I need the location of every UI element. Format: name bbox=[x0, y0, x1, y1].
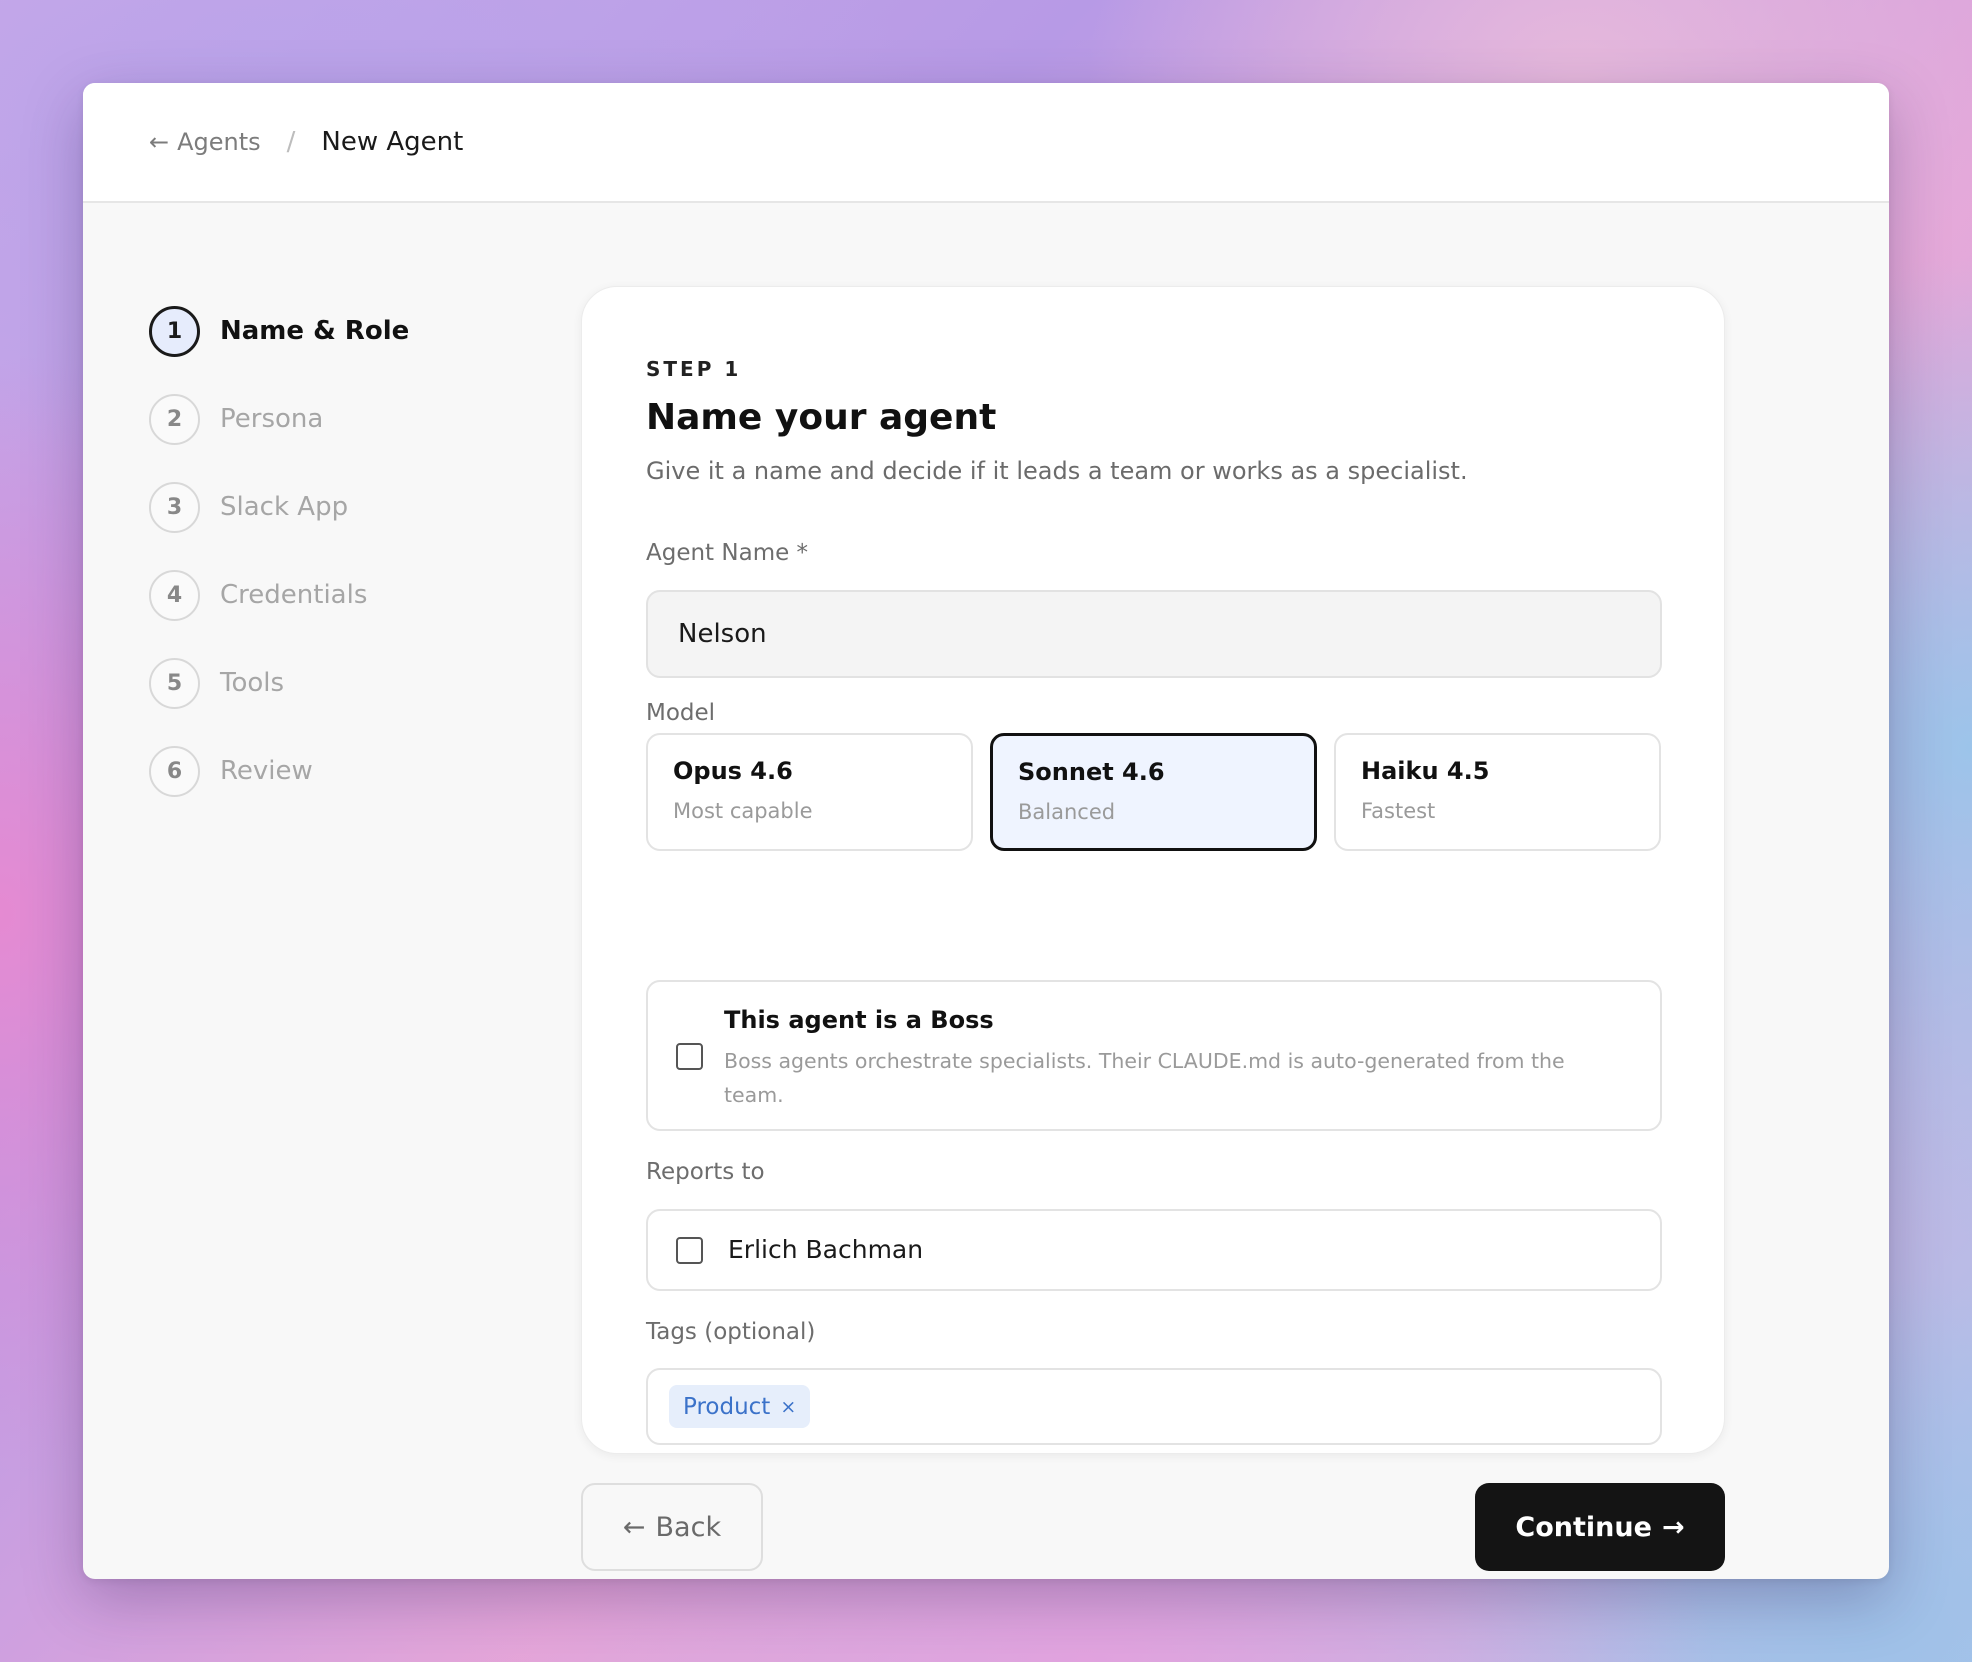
reports-to-checkbox[interactable] bbox=[676, 1237, 703, 1264]
model-selector: Opus 4.6 Most capable Sonnet 4.6 Balance… bbox=[646, 733, 1661, 851]
arrow-left-icon: ← bbox=[622, 1511, 646, 1543]
arrow-right-icon: → bbox=[1661, 1511, 1685, 1543]
step-label: Persona bbox=[220, 404, 324, 434]
arrow-left-icon: ← bbox=[149, 128, 170, 156]
app-window: ← Agents / New Agent 1 Name & Role 2 Per… bbox=[83, 83, 1889, 1579]
model-description: Balanced bbox=[1018, 800, 1116, 824]
agent-name-input[interactable] bbox=[646, 590, 1662, 678]
step-label: Review bbox=[220, 756, 313, 786]
form-title: Name your agent bbox=[646, 397, 997, 438]
step-name-role[interactable]: 1 Name & Role bbox=[149, 305, 409, 357]
form-card: STEP 1 Name your agent Give it a name an… bbox=[581, 286, 1725, 1454]
back-button-label: Back bbox=[655, 1511, 722, 1543]
step-number-badge: 6 bbox=[149, 745, 200, 797]
tag-remove-icon[interactable]: × bbox=[780, 1396, 796, 1418]
reports-to-label: Reports to bbox=[646, 1159, 765, 1185]
step-tools[interactable]: 5 Tools bbox=[149, 657, 409, 709]
model-option-haiku[interactable]: Haiku 4.5 Fastest bbox=[1334, 733, 1661, 851]
model-label: Model bbox=[646, 700, 716, 726]
step-persona[interactable]: 2 Persona bbox=[149, 393, 409, 445]
step-label: Slack App bbox=[220, 492, 349, 522]
boss-option[interactable]: This agent is a Boss Boss agents orchest… bbox=[646, 980, 1662, 1131]
model-name: Opus 4.6 bbox=[673, 757, 793, 785]
wizard-stepper: 1 Name & Role 2 Persona 3 Slack App 4 Cr… bbox=[149, 305, 409, 833]
breadcrumb-back-link[interactable]: ← Agents bbox=[149, 128, 261, 156]
back-button[interactable]: ← Back bbox=[581, 1483, 763, 1571]
step-credentials[interactable]: 4 Credentials bbox=[149, 569, 409, 621]
step-slack-app[interactable]: 3 Slack App bbox=[149, 481, 409, 533]
breadcrumb-agents-label: Agents bbox=[177, 128, 261, 156]
step-number-badge: 5 bbox=[149, 657, 200, 709]
model-description: Fastest bbox=[1361, 799, 1436, 823]
tag-label: Product bbox=[683, 1393, 771, 1420]
boss-description: Boss agents orchestrate specialists. The… bbox=[724, 1049, 1565, 1107]
model-name: Sonnet 4.6 bbox=[1018, 758, 1165, 786]
boss-title: This agent is a Boss bbox=[724, 1006, 994, 1034]
boss-checkbox[interactable] bbox=[676, 1043, 703, 1070]
continue-button-label: Continue bbox=[1515, 1511, 1652, 1543]
tags-input[interactable]: Product × bbox=[646, 1368, 1662, 1445]
breadcrumb-current: New Agent bbox=[321, 127, 464, 157]
step-number-badge: 4 bbox=[149, 569, 200, 621]
form-subtitle: Give it a name and decide if it leads a … bbox=[646, 457, 1468, 485]
agent-name-label: Agent Name * bbox=[646, 540, 809, 566]
step-label: Tools bbox=[220, 668, 285, 698]
model-option-opus[interactable]: Opus 4.6 Most capable bbox=[646, 733, 973, 851]
step-number-badge: 2 bbox=[149, 393, 200, 445]
step-number-badge: 1 bbox=[149, 305, 200, 357]
tags-label: Tags (optional) bbox=[646, 1319, 816, 1345]
breadcrumb-separator: / bbox=[286, 127, 296, 157]
model-name: Haiku 4.5 bbox=[1361, 757, 1490, 785]
reports-to-option[interactable]: Erlich Bachman bbox=[646, 1209, 1662, 1291]
step-number-badge: 3 bbox=[149, 481, 200, 533]
step-label: Name & Role bbox=[220, 316, 410, 346]
tag-chip: Product × bbox=[669, 1385, 811, 1428]
reports-to-name: Erlich Bachman bbox=[728, 1235, 924, 1264]
step-eyebrow: STEP 1 bbox=[646, 357, 742, 381]
model-option-sonnet[interactable]: Sonnet 4.6 Balanced bbox=[990, 733, 1317, 851]
model-description: Most capable bbox=[673, 799, 813, 823]
step-label: Credentials bbox=[220, 580, 368, 610]
continue-button[interactable]: Continue → bbox=[1475, 1483, 1725, 1571]
step-review[interactable]: 6 Review bbox=[149, 745, 409, 797]
top-bar: ← Agents / New Agent bbox=[83, 83, 1889, 203]
